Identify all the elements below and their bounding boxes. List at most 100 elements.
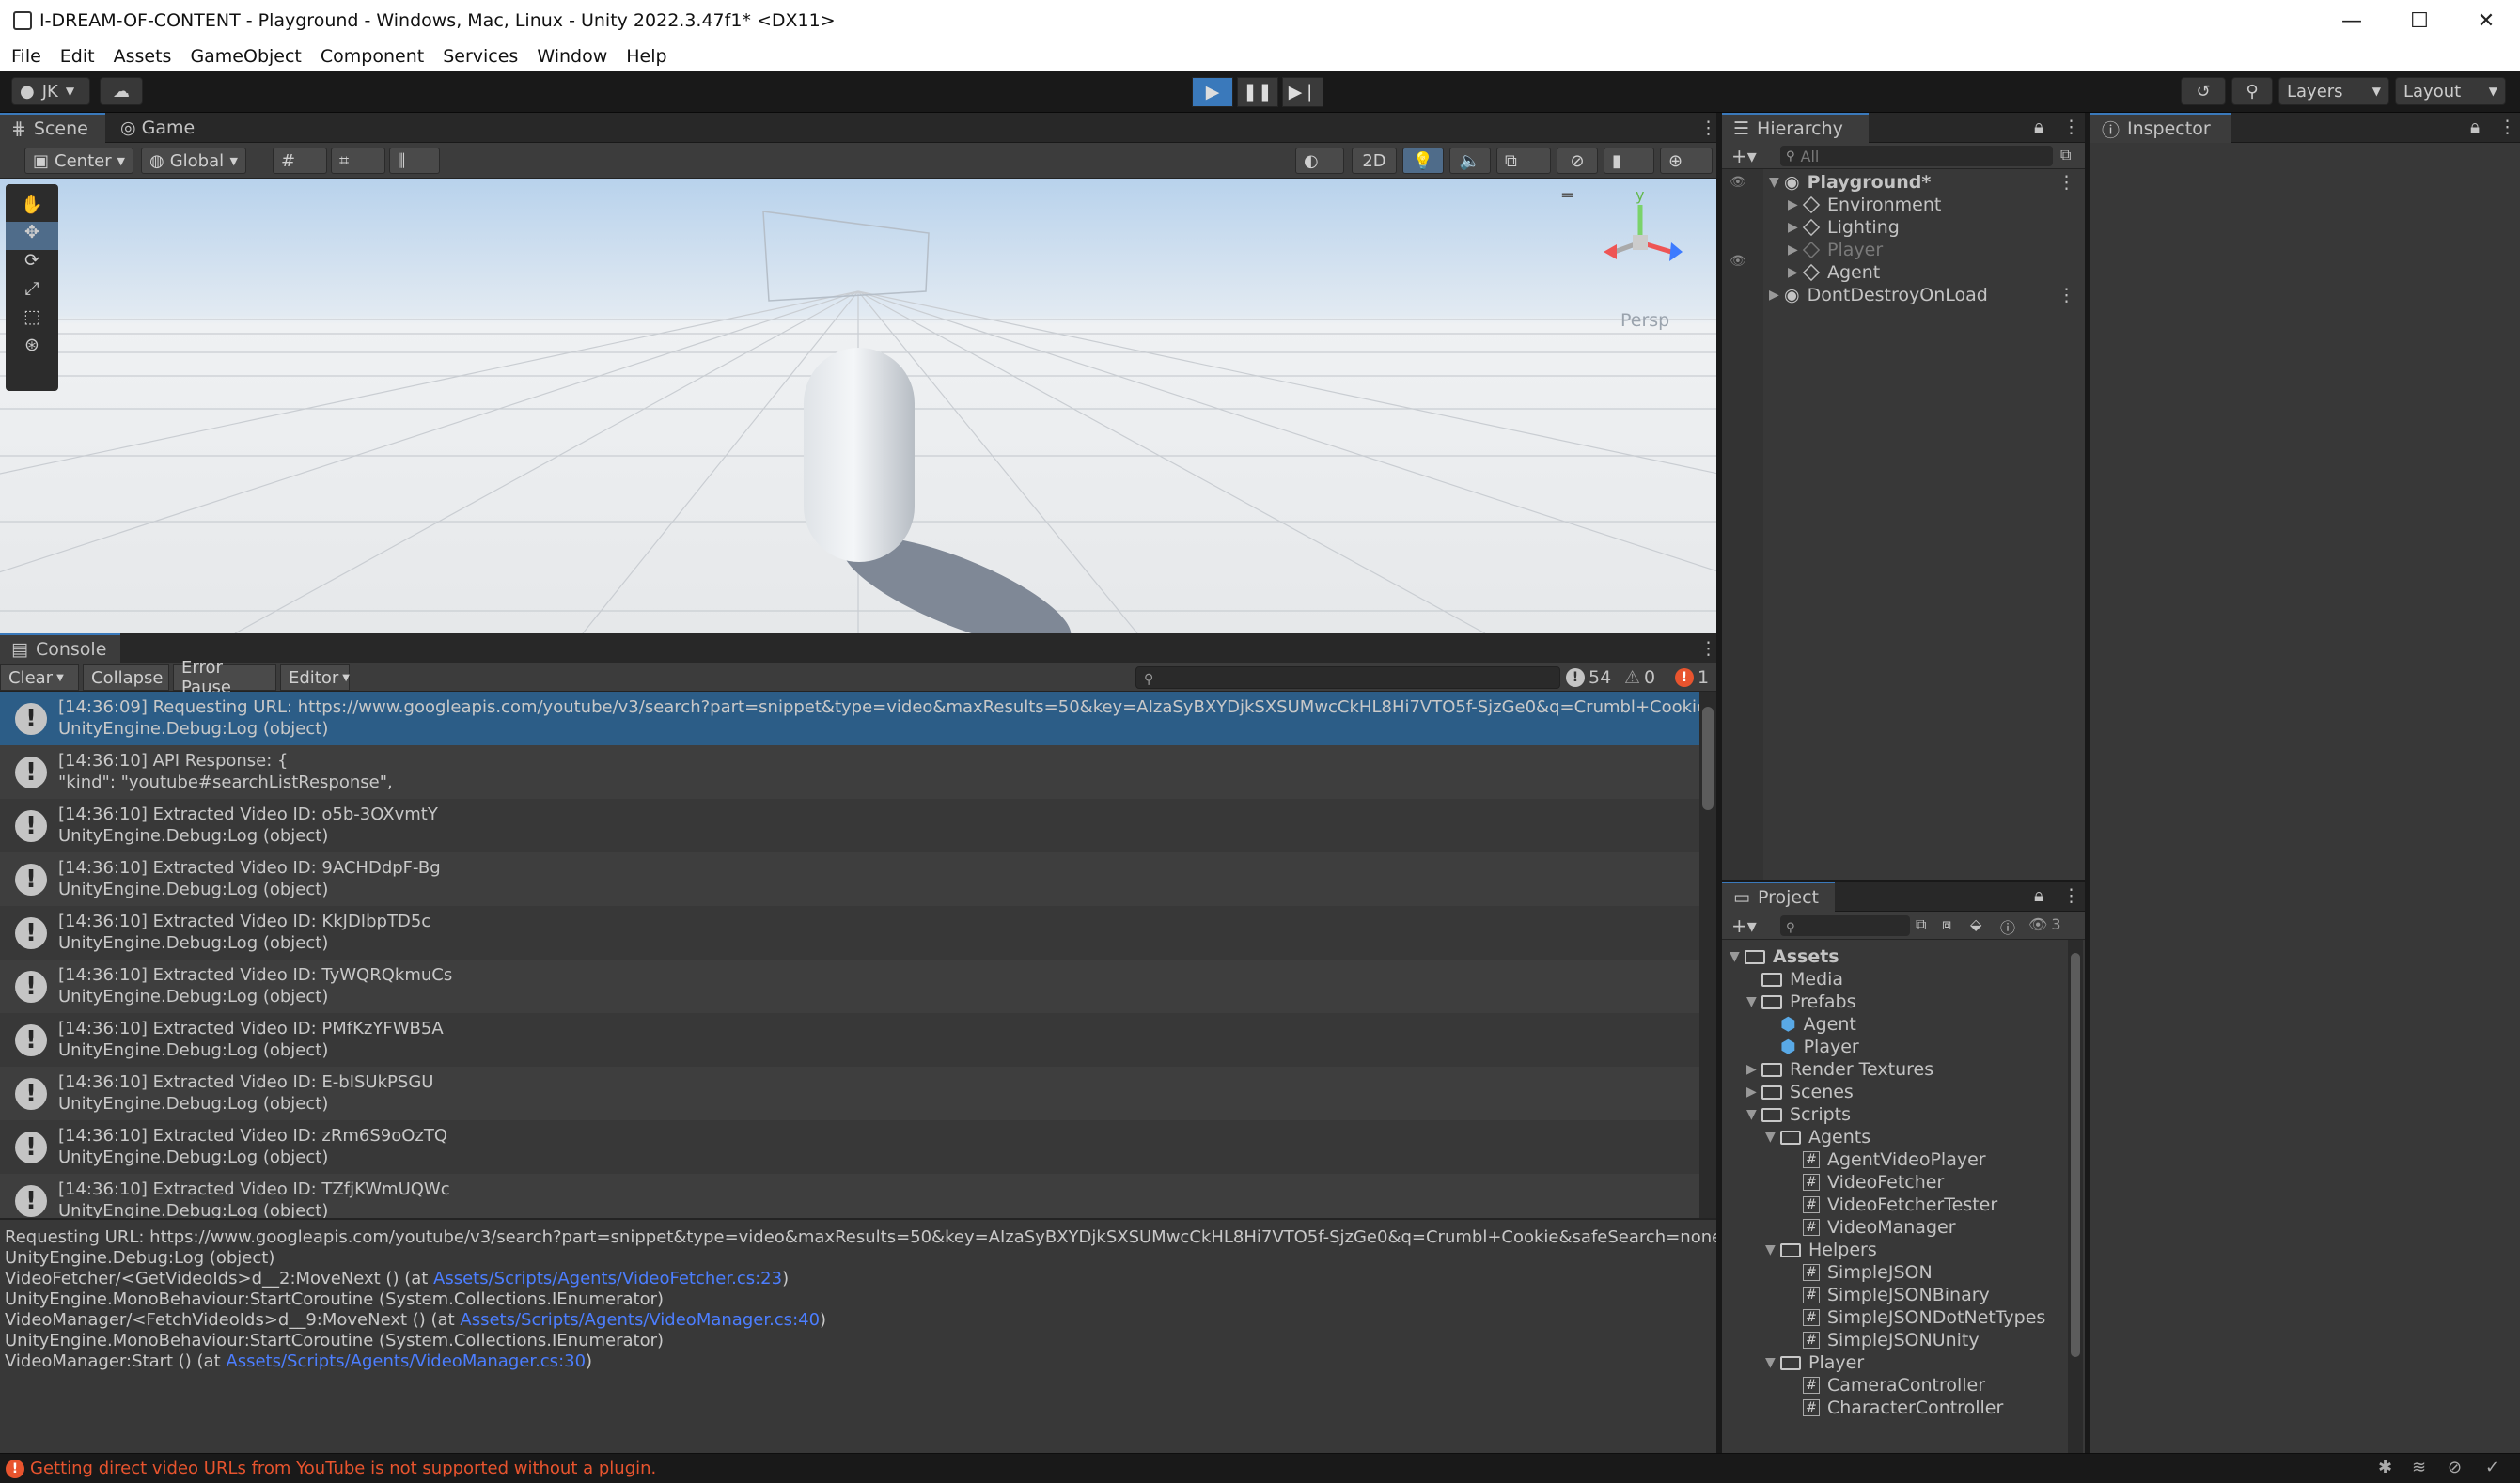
stack-link[interactable]: Assets/Scripts/Agents/VideoManager.cs:40 [460, 1310, 820, 1330]
scrollbar-thumb[interactable] [1702, 707, 1714, 810]
log-entry[interactable]: ! [14:36:10] Extracted Video ID: TZfjKWmU… [0, 1174, 1699, 1218]
project-item[interactable]: ▶ Scenes [1746, 1081, 1854, 1103]
rect-tool-icon[interactable]: ⬚ [6, 306, 58, 335]
expand-arrow-icon[interactable]: ▶ [1788, 242, 1803, 258]
lock-icon[interactable]: 🔒︎ [2034, 117, 2043, 137]
search-by-type-icon[interactable]: ⧉ [1916, 915, 1926, 934]
menu-window[interactable]: Window [537, 46, 607, 67]
log-entry[interactable]: ! [14:36:10] Extracted Video ID: 9ACHDdpF… [0, 852, 1699, 906]
project-item[interactable]: # CharacterController [1803, 1397, 2003, 1419]
project-item[interactable]: ▼ Agents [1765, 1126, 1870, 1148]
project-item[interactable]: ▶ Render Textures [1746, 1058, 1933, 1081]
menu-assets[interactable]: Assets [114, 46, 172, 67]
console-detail-pane[interactable]: Requesting URL: https://www.googleapis.c… [0, 1218, 1722, 1453]
2d-toggle[interactable]: 2D [1352, 148, 1397, 174]
kebab-icon[interactable]: ⋮ [2058, 172, 2075, 193]
clear-button[interactable]: Clear ▼ [0, 664, 79, 691]
project-tree[interactable]: ▼ Assets Media ▼ Prefabs ⬢ Agent ⬢ Player ▶ R… [1722, 940, 2085, 1453]
tab-inspector[interactable]: ⓘ Inspector [2090, 113, 2231, 143]
add-button[interactable]: +▾ [1731, 145, 1757, 167]
check-circle-icon[interactable]: ✓ [2485, 1458, 2499, 1477]
network-icon[interactable]: ⊘ [2448, 1458, 2462, 1477]
log-entry[interactable]: ! [14:36:10] Extracted Video ID: TyWQRQkm… [0, 960, 1699, 1013]
hidden-packages-toggle[interactable]: 👁︎ 3 [2028, 915, 2061, 933]
scene-view-icon[interactable]: ⧉ [2060, 146, 2071, 164]
tab-hierarchy[interactable]: ☰ Hierarchy [1722, 113, 1869, 143]
increment-snap-dropdown[interactable]: ⌗ [331, 148, 385, 174]
project-item[interactable]: Media [1761, 968, 1843, 991]
log-count-toggle[interactable]: ! 54 [1566, 664, 1622, 691]
lock-icon[interactable]: 🔒︎ [2034, 885, 2043, 906]
expand-arrow-icon[interactable]: ▶ [1788, 265, 1803, 280]
error-pause-button[interactable]: Error Pause [173, 658, 276, 697]
project-item[interactable]: # SimpleJSON [1803, 1261, 1933, 1284]
layers-dropdown[interactable]: Layers ▼ [2278, 77, 2389, 105]
step-button[interactable]: ▶❘ [1282, 77, 1323, 107]
project-item[interactable]: ⬢ Player [1780, 1036, 1859, 1058]
eye-icon[interactable]: 👁︎ [1730, 175, 1746, 190]
scene-menu-button[interactable]: ⋮ [1688, 113, 1717, 143]
project-item[interactable]: # SimpleJSONDotNetTypes [1803, 1306, 2045, 1329]
hierarchy-item[interactable]: ▶ ◉ DontDestroyOnLoad ⋮ [1769, 284, 2085, 306]
eye-icon[interactable]: 👁︎ [1730, 254, 1746, 269]
play-button[interactable]: ▶ [1192, 77, 1233, 107]
expand-arrow-icon[interactable]: ▼ [1730, 949, 1745, 964]
project-item[interactable]: ▼ Prefabs [1746, 991, 1856, 1013]
project-item[interactable]: ▼ Player [1765, 1351, 1864, 1374]
project-search-input[interactable]: ⚲ [1780, 915, 1910, 936]
menu-component[interactable]: Component [321, 46, 424, 67]
expand-arrow-icon[interactable]: ▶ [1746, 1085, 1761, 1100]
log-entry[interactable]: ! [14:36:10] Extracted Video ID: o5b-3OXv… [0, 799, 1699, 852]
status-message[interactable]: Getting direct video URLs from YouTube i… [30, 1459, 656, 1478]
pause-button[interactable]: ❚❚ [1237, 77, 1278, 107]
tab-scene[interactable]: ⋕ Scene [0, 113, 105, 143]
scale-tool-icon[interactable]: ⤢ [6, 278, 58, 306]
expand-arrow-icon[interactable]: ▶ [1769, 288, 1784, 303]
tab-game[interactable]: ◎ Game [109, 113, 212, 143]
account-dropdown[interactable]: ● JK ▼ [11, 77, 90, 105]
project-item[interactable]: # VideoManager [1803, 1216, 1956, 1239]
lock-icon[interactable]: 🔒︎ [2470, 117, 2480, 137]
space-dropdown[interactable]: ◍ Global ▼ [141, 148, 246, 174]
editor-dropdown[interactable]: Editor ▼ [280, 664, 350, 691]
expand-arrow-icon[interactable]: ▼ [1765, 1130, 1780, 1145]
visibility-toggle[interactable]: ⊘ [1557, 148, 1598, 174]
project-item[interactable]: # VideoFetcherTester [1803, 1194, 1997, 1216]
minimize-button[interactable]: — [2318, 0, 2386, 41]
add-button[interactable]: +▾ [1731, 914, 1757, 937]
tab-console[interactable]: ▤ Console [0, 633, 120, 663]
error-count-toggle[interactable]: ! 1 [1675, 664, 1713, 691]
expand-arrow-icon[interactable]: ▼ [1765, 1242, 1780, 1257]
align-dropdown[interactable]: ⫼ [389, 148, 440, 174]
stack-link[interactable]: Assets/Scripts/Agents/VideoFetcher.cs:23 [433, 1269, 782, 1288]
filter-icon[interactable]: ⧈ [1942, 915, 1951, 934]
log-entry[interactable]: ! [14:36:10] Extracted Video ID: zRm6S9oO… [0, 1120, 1699, 1174]
kebab-icon[interactable]: ⋮ [2062, 117, 2080, 137]
search-button[interactable]: ⚲ [2231, 77, 2273, 105]
log-entry[interactable]: ! [14:36:10] Extracted Video ID: E-bISUkP… [0, 1067, 1699, 1120]
overlay-menu-icon[interactable]: ═ [1562, 186, 1573, 206]
visibility-gutter[interactable]: 👁︎ 👁︎ [1722, 169, 1763, 880]
hierarchy-search-input[interactable]: ⚲ All [1780, 146, 2053, 166]
kebab-icon[interactable]: ⋮ [2058, 285, 2075, 305]
project-item[interactable]: ▼ Helpers [1765, 1239, 1877, 1261]
player-capsule[interactable] [804, 348, 915, 562]
projection-label[interactable]: Persp [1620, 310, 1669, 331]
label-tag-icon[interactable]: ⬙ [1970, 915, 1981, 933]
gizmos-dropdown[interactable]: ⊕ [1660, 148, 1713, 174]
lighting-toggle[interactable]: 💡 [1402, 148, 1444, 174]
project-item[interactable]: # SimpleJSONBinary [1803, 1284, 1990, 1306]
kebab-icon[interactable]: ⋮ [2498, 117, 2516, 137]
project-item[interactable]: # VideoFetcher [1803, 1171, 1944, 1194]
layout-dropdown[interactable]: Layout ▼ [2395, 77, 2506, 105]
console-menu-button[interactable]: ⋮ [1688, 633, 1717, 663]
expand-arrow-icon[interactable]: ▶ [1746, 1062, 1761, 1077]
bug-icon[interactable]: ✱ [2378, 1458, 2392, 1477]
menu-gameobject[interactable]: GameObject [190, 46, 301, 67]
menu-file[interactable]: File [11, 46, 41, 67]
maximize-button[interactable]: ☐ [2386, 0, 2453, 41]
console-scrollbar[interactable] [1699, 692, 1716, 1218]
project-item[interactable]: ▼ Scripts [1746, 1103, 1851, 1126]
history-button[interactable]: ↺ [2181, 77, 2226, 105]
layers-stack-icon[interactable]: ≋ [2412, 1458, 2426, 1477]
